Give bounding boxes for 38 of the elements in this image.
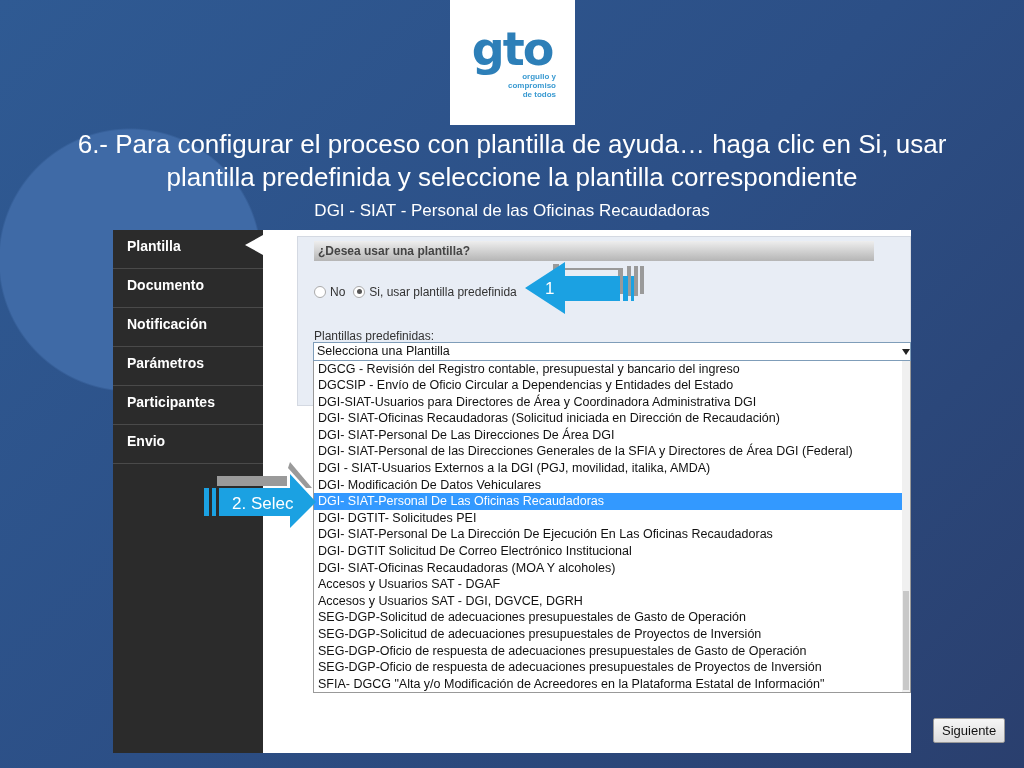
radio-button[interactable] <box>353 285 366 298</box>
dropdown-option[interactable]: DGI- SIAT-Oficinas Recaudadoras (MOA Y alcoholes) <box>314 559 902 577</box>
radio-label: Si, usar plantilla predefinida <box>369 283 517 301</box>
logo-tagline: orgullo y compromiso de todos <box>508 71 556 100</box>
slide-title: 6.- Para configurar el proceso con plantilla de ayuda… haga clic en Si, usar plantilla predefinida y seleccione la plantilla correspondiente <box>76 128 948 194</box>
sidebar-item-label[interactable]: Plantilla <box>127 237 181 254</box>
dropdown-option[interactable]: DGI- SIAT-Personal de las Direcciones Generales de la SFIA y Directores de Área DGI (Federal) <box>314 443 902 461</box>
dropdown-option[interactable]: DGI - SIAT-Usuarios Externos a la DGI (PGJ, movilidad, italika, AMDA) <box>314 460 902 477</box>
dropdown-option[interactable]: DGI- Modificación De Datos Vehiculares <box>314 476 902 494</box>
dropdown-option[interactable]: SFIA- DGCG "Alta y/o Modificación de Acreedores en la Plataforma Estatal de Información" <box>314 675 902 693</box>
dropdown-option[interactable]: Accesos y Usuarios SAT - DGI, DGVCE, DGRH <box>314 592 902 610</box>
dropdown-option[interactable]: Accesos y Usuarios SAT - DGAF <box>314 576 902 593</box>
dropdown-option[interactable]: SEG-DGP-Solicitud de adecuaciones presupuestales de Gasto de Operación <box>314 609 902 626</box>
dropdown-option[interactable]: DGI- SIAT-Personal De Las Direcciones De Área DGI <box>314 426 902 444</box>
dropdown-option[interactable]: SEG-DGP-Oficio de respuesta de adecuaciones presupuestales de Proyectos de Inversión <box>314 659 902 676</box>
radio-button[interactable] <box>314 285 326 298</box>
dropdown-option[interactable]: DGCSIP - Envío de Oficio Circular a Dependencias y Entidades del Estado <box>314 377 902 394</box>
panel-heading: ¿Desea usar una plantilla? <box>314 240 874 261</box>
dropdown-option[interactable]: DGI- SIAT-Personal De La Dirección De Ejecución En Las Oficinas Recaudadoras <box>314 526 902 544</box>
scrollbar[interactable] <box>902 360 910 693</box>
callout-label: 1 <box>545 278 555 300</box>
dropdown-option[interactable]: DGI- SIAT-Oficinas Recaudadoras (Solicitud iniciada en Dirección de Recaudación) <box>314 410 902 427</box>
sidebar-item-label[interactable]: Participantes <box>127 393 215 410</box>
callout-label: 2. Selec <box>232 493 294 515</box>
next-button[interactable]: Siguiente <box>933 717 1006 743</box>
sidebar-item-label[interactable]: Parámetros <box>127 354 205 371</box>
radio-label: No <box>330 283 346 301</box>
dropdown-option[interactable]: DGI- DGTIT Solicitud De Correo Electrónico Institucional <box>314 543 902 560</box>
dropdown-option[interactable]: DGCG - Revisión del Registro contable, presupuestal y bancario del ingreso <box>314 360 902 378</box>
dropdown-option[interactable]: SEG-DGP-Solicitud de adecuaciones presupuestales de Proyectos de Inversión <box>314 626 902 643</box>
dropdown-option[interactable]: SEG-DGP-Oficio de respuesta de adecuaciones presupuestales de Gasto de Operación <box>314 642 902 660</box>
select-field[interactable]: Selecciona una Plantilla <box>313 341 911 361</box>
sidebar-item-label[interactable]: Documento <box>127 276 204 293</box>
sidebar-item-label[interactable]: Notificación <box>127 315 208 332</box>
sidebar-item-label[interactable]: Envio <box>127 432 166 449</box>
slide-subtitle: DGI - SIAT - Personal de las Oficinas Recaudadoras <box>313 200 711 222</box>
dropdown-option[interactable]: DGI- DGTIT- Solicitudes PEI <box>314 509 902 527</box>
dropdown-option[interactable]: DGI-SIAT-Usuarios para Directores de Área y Coordinadora Administrativa DGI <box>314 393 902 411</box>
